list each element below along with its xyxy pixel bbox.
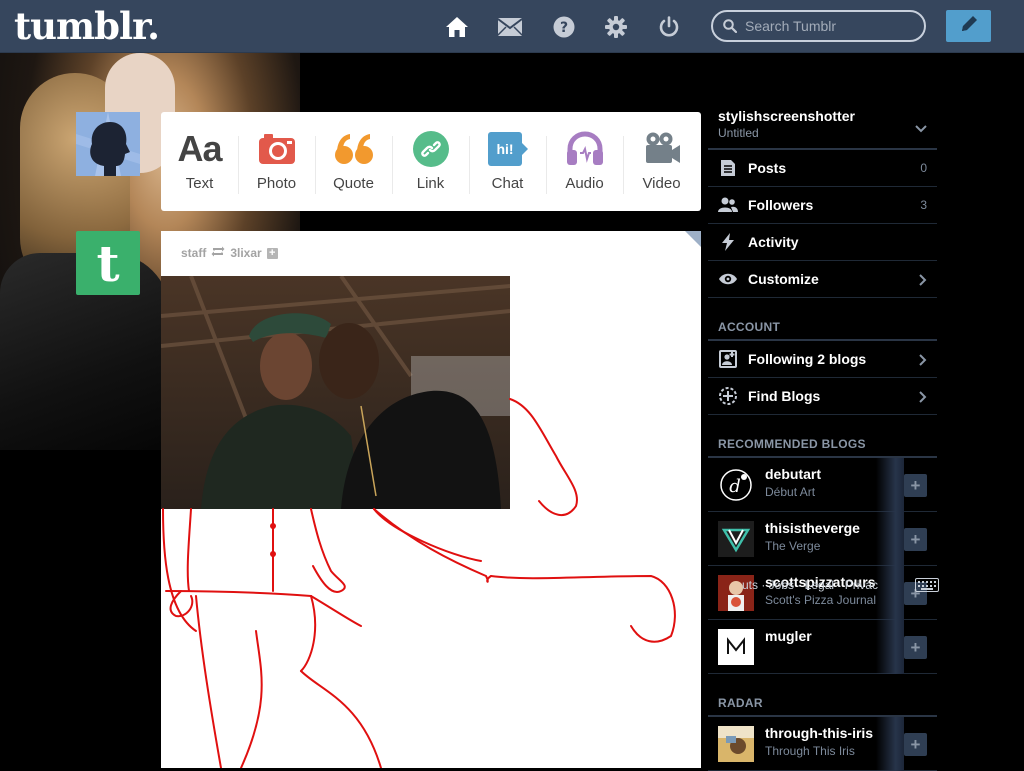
- staff-blog-avatar[interactable]: t: [76, 231, 140, 295]
- headphones-icon: [565, 130, 605, 168]
- blog-title: Untitled: [718, 126, 759, 140]
- find-blogs-compass-icon: [718, 386, 738, 406]
- chevron-right-icon: [919, 353, 927, 371]
- sidebar-item-following[interactable]: Following 2 blogs: [708, 341, 937, 378]
- follow-plus-button[interactable]: +: [904, 636, 927, 659]
- help-question-icon[interactable]: ?: [551, 14, 577, 40]
- following-add-person-icon: [718, 349, 738, 369]
- pencil-icon: [958, 13, 980, 40]
- chevron-down-icon: [915, 120, 927, 138]
- svg-text:?: ?: [560, 20, 568, 36]
- followers-count: 3: [920, 198, 927, 212]
- post-type-bar: Aa Text Photo Quote Link hi! Chat Audio: [161, 112, 701, 211]
- radar-blog-item[interactable]: through-this-iris Through This Iris +: [708, 717, 937, 771]
- settings-gear-icon[interactable]: [603, 14, 629, 40]
- debutart-avatar: d: [718, 467, 754, 503]
- sidebar-item-activity[interactable]: Activity: [708, 224, 937, 261]
- search-icon: [723, 19, 738, 38]
- camera-icon: [258, 130, 296, 168]
- footer-links-overlay[interactable]: uts · Jobs · Legal · Privac: [742, 578, 878, 592]
- followers-people-icon: [718, 195, 738, 215]
- recommended-blog-item[interactable]: thisistheverge The Verge +: [708, 512, 937, 566]
- quote-marks-icon: [334, 130, 374, 168]
- dashboard-post: staff 3lixar +: [161, 231, 701, 768]
- compose-post-button[interactable]: [946, 10, 991, 42]
- logout-power-icon[interactable]: [656, 14, 682, 40]
- recommended-blog-item[interactable]: d debutart Début Art +: [708, 458, 937, 512]
- chat-bubble-icon: hi!: [487, 130, 529, 168]
- post-video-button[interactable]: Video: [623, 112, 700, 211]
- post-audio-button[interactable]: Audio: [546, 112, 623, 211]
- svg-text:hi!: hi!: [496, 141, 513, 157]
- blog-name: stylishscreenshotter: [718, 108, 855, 124]
- user-blog-avatar[interactable]: [76, 112, 140, 176]
- post-text-button[interactable]: Aa Text: [161, 112, 238, 211]
- post-chat-button[interactable]: hi! Chat: [469, 112, 546, 211]
- link-chain-icon: [412, 130, 449, 168]
- radar-section-title: RADAR: [708, 696, 937, 717]
- chevron-right-icon: [919, 273, 927, 291]
- account-section-title: ACCOUNT: [708, 320, 937, 341]
- verge-avatar: [718, 521, 754, 557]
- follow-plus-button[interactable]: +: [904, 733, 927, 756]
- tumblr-logo[interactable]: tumblr.: [14, 4, 160, 48]
- home-icon[interactable]: [444, 14, 470, 40]
- top-navigation-bar: tumblr. ?: [0, 0, 1024, 53]
- follow-plus-button[interactable]: +: [904, 474, 927, 497]
- sketch-drawing: [162, 398, 676, 768]
- radar-blog-avatar: [718, 726, 754, 762]
- search-input[interactable]: [745, 16, 915, 36]
- post-photo-button[interactable]: Photo: [238, 112, 315, 211]
- customize-eye-icon: [718, 269, 738, 289]
- post-link-button[interactable]: Link: [392, 112, 469, 211]
- activity-lightning-icon: [718, 232, 738, 252]
- sidebar-item-find-blogs[interactable]: Find Blogs: [708, 378, 937, 415]
- recommended-blog-item[interactable]: scottspizzatours Scott's Pizza Journal +: [708, 566, 937, 620]
- keyboard-shortcuts-icon[interactable]: [915, 578, 939, 597]
- follow-plus-button[interactable]: +: [904, 528, 927, 551]
- sidebar-item-customize[interactable]: Customize: [708, 261, 937, 298]
- sidebar-item-followers[interactable]: Followers 3: [708, 187, 937, 224]
- blog-switcher[interactable]: stylishscreenshotter Untitled: [708, 100, 937, 150]
- text-aa-icon: Aa: [177, 128, 222, 169]
- mugler-avatar: [718, 629, 754, 665]
- posts-count: 0: [920, 161, 927, 175]
- recommended-blog-item[interactable]: mugler +: [708, 620, 937, 674]
- chevron-right-icon: [919, 390, 927, 408]
- svg-text:d: d: [729, 476, 741, 497]
- sidebar-item-posts[interactable]: Posts 0: [708, 150, 937, 187]
- search-box: [711, 10, 926, 42]
- inbox-mail-icon[interactable]: [497, 14, 523, 40]
- dashboard-sidebar: stylishscreenshotter Untitled Posts 0 Fo…: [708, 100, 937, 771]
- posts-document-icon: [718, 158, 738, 178]
- recommended-section-title: RECOMMENDED BLOGS: [708, 437, 937, 458]
- video-camera-icon: [643, 130, 681, 168]
- post-quote-button[interactable]: Quote: [315, 112, 392, 211]
